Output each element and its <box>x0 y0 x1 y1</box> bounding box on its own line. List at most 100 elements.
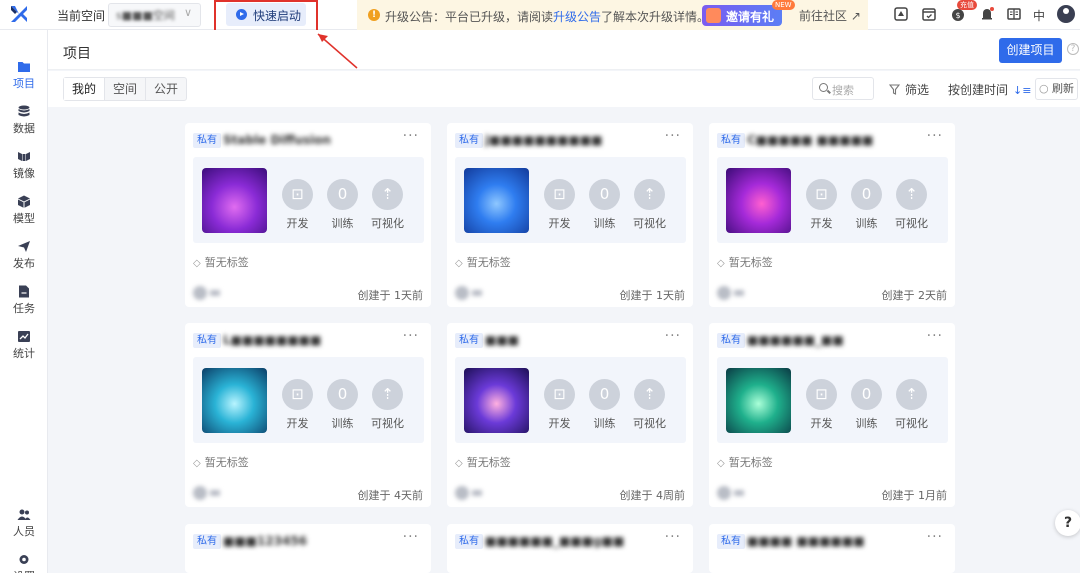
more-icon[interactable]: ··· <box>403 328 419 344</box>
viz-stat[interactable]: ⇡ 可视化 <box>633 379 666 431</box>
calendar-icon[interactable] <box>921 6 937 22</box>
project-name[interactable]: ■■■123456 <box>223 534 307 548</box>
more-icon[interactable]: ··· <box>665 529 681 545</box>
sidebar-item-stats[interactable]: 统计 <box>0 322 48 366</box>
visibility-badge: 私有 <box>717 333 745 348</box>
more-icon[interactable]: ··· <box>927 128 943 144</box>
tab-public[interactable]: 公开 <box>146 78 186 100</box>
project-card[interactable]: 私有 C■■■■■ ■■■■■ ··· ⊡ 开发 0 训练 ⇡ 可视化 暂无标签… <box>709 123 955 307</box>
viz-stat[interactable]: ⇡ 可视化 <box>895 179 928 231</box>
community-link[interactable]: 前往社区 ↗ <box>799 7 861 24</box>
sidebar-item-projects[interactable]: 项目 <box>0 52 48 96</box>
project-name[interactable]: C■■■■■ ■■■■■ <box>747 133 873 147</box>
more-icon[interactable]: ··· <box>927 529 943 545</box>
visualize-icon: ⇡ <box>896 179 927 210</box>
project-panel: ⊡ 开发 0 训练 ⇡ 可视化 <box>717 157 948 243</box>
sidebar-item-data[interactable]: 数据 <box>0 97 48 141</box>
more-icon[interactable]: ··· <box>403 128 419 144</box>
invite-label: 邀请有礼 <box>726 10 775 24</box>
project-card[interactable]: 私有 j■■■■■■■■■■ ··· ⊡ 开发 0 训练 ⇡ 可视化 暂无标签 … <box>447 123 693 307</box>
owner-name <box>472 490 482 496</box>
project-card[interactable]: 私有 Stable Diffusion ··· ⊡ 开发 0 训练 ⇡ 可视化 … <box>185 123 431 307</box>
dev-stat[interactable]: ⊡ 开发 <box>281 379 314 431</box>
dev-stat[interactable]: ⊡ 开发 <box>281 179 314 231</box>
sidebar-item-publish[interactable]: 发布 <box>0 232 48 276</box>
recharge-badge[interactable]: 充值 <box>957 0 977 10</box>
dev-stat[interactable]: ⊡ 开发 <box>543 179 576 231</box>
logo-icon[interactable] <box>8 3 30 25</box>
project-name[interactable]: Stable Diffusion <box>223 133 331 147</box>
filter-bar: 我的 空间 公开 搜索 筛选 按创建时间 ↓≡ ○ 刷新 <box>48 71 1080 107</box>
space-select[interactable]: s■■■空间 ∨ <box>108 3 201 27</box>
drive-icon[interactable] <box>893 6 909 22</box>
book-icon[interactable] <box>1006 6 1022 22</box>
owner-avatar <box>455 286 483 300</box>
bell-icon[interactable] <box>979 6 995 22</box>
dev-label: 开发 <box>286 417 309 430</box>
notice-link[interactable]: 升级公告 <box>553 10 601 24</box>
visualize-icon: ⇡ <box>634 379 665 410</box>
owner-name <box>210 290 220 296</box>
sidebar-item-tasks[interactable]: 任务 <box>0 277 48 321</box>
owner-avatar <box>193 486 221 500</box>
train-stat[interactable]: 0 训练 <box>850 379 883 431</box>
viz-stat[interactable]: ⇡ 可视化 <box>371 179 404 231</box>
code-icon: ⊡ <box>544 379 575 410</box>
sidebar-item-members[interactable]: 人员 <box>0 500 48 544</box>
help-float-button[interactable]: ? <box>1055 510 1080 536</box>
filter-label: 筛选 <box>905 83 930 97</box>
language-switch[interactable]: 中 <box>1033 7 1045 24</box>
sort-desc-icon: ↓≡ <box>1013 84 1032 97</box>
more-icon[interactable]: ··· <box>665 128 681 144</box>
filter-button[interactable]: 筛选 <box>888 81 930 98</box>
viz-stat[interactable]: ⇡ 可视化 <box>633 179 666 231</box>
train-stat[interactable]: 0 训练 <box>850 179 883 231</box>
tab-space[interactable]: 空间 <box>105 78 147 100</box>
train-stat[interactable]: 0 训练 <box>326 179 359 231</box>
train-stat[interactable]: 0 训练 <box>326 379 359 431</box>
created-time: 创建于 2天前 <box>881 289 948 302</box>
dev-stat[interactable]: ⊡ 开发 <box>543 379 576 431</box>
sidebar-item-models[interactable]: 模型 <box>0 187 48 231</box>
project-thumbnail <box>202 368 267 433</box>
more-icon[interactable]: ··· <box>403 529 419 545</box>
project-name[interactable]: ■■■■■■_■■■g■■ <box>485 534 624 548</box>
user-avatar[interactable] <box>1057 5 1075 23</box>
viz-stat[interactable]: ⇡ 可视化 <box>895 379 928 431</box>
viz-stat[interactable]: ⇡ 可视化 <box>371 379 404 431</box>
train-stat[interactable]: 0 训练 <box>588 179 621 231</box>
refresh-label: 刷新 <box>1052 82 1075 95</box>
project-card[interactable]: 私有 ■■■ ··· ⊡ 开发 0 训练 ⇡ 可视化 暂无标签 创建于 4周前 <box>447 323 693 507</box>
sidebar-item-images[interactable]: 镜像 <box>0 142 48 186</box>
visibility-badge: 私有 <box>455 133 483 148</box>
dev-stat[interactable]: ⊡ 开发 <box>805 379 838 431</box>
sidebar-item-settings[interactable]: 设置 <box>0 545 48 573</box>
avatar <box>455 486 469 500</box>
train-stat[interactable]: 0 训练 <box>588 379 621 431</box>
project-name[interactable]: ■■■■■■_■■ <box>747 333 844 347</box>
avatar <box>193 286 207 300</box>
project-card[interactable]: 私有 ■■■■ ■■■■■■ ··· <box>709 524 955 573</box>
project-card[interactable]: 私有 ■■■■■■_■■■g■■ ··· <box>447 524 693 573</box>
quick-start-button[interactable]: 快速启动 <box>226 3 306 26</box>
more-icon[interactable]: ··· <box>927 328 943 344</box>
project-card[interactable]: 私有 ■■■■■■_■■ ··· ⊡ 开发 0 训练 ⇡ 可视化 暂无标签 创建… <box>709 323 955 507</box>
create-project-button[interactable]: 创建项目 <box>999 38 1062 63</box>
refresh-button[interactable]: ○ 刷新 <box>1035 78 1078 100</box>
project-name[interactable]: ■■■ <box>485 333 519 347</box>
visibility-badge: 私有 <box>193 133 221 148</box>
project-name[interactable]: j■■■■■■■■■■ <box>485 133 603 147</box>
project-name[interactable]: ■■■■ ■■■■■■ <box>747 534 865 548</box>
project-name[interactable]: L■■■■■■■■ <box>223 333 321 347</box>
created-time: 创建于 4天前 <box>357 489 424 502</box>
sort-button[interactable]: 按创建时间 ↓≡ <box>948 81 1031 98</box>
refresh-icon: ○ <box>1038 82 1049 95</box>
help-icon[interactable]: ? <box>1067 43 1079 55</box>
search-input[interactable]: 搜索 <box>812 77 874 100</box>
more-icon[interactable]: ··· <box>665 328 681 344</box>
tab-mine[interactable]: 我的 <box>64 78 106 100</box>
project-card[interactable]: 私有 ■■■123456 ··· <box>185 524 431 573</box>
project-card[interactable]: 私有 L■■■■■■■■ ··· ⊡ 开发 0 训练 ⇡ 可视化 暂无标签 创建… <box>185 323 431 507</box>
dev-stat[interactable]: ⊡ 开发 <box>805 179 838 231</box>
invite-button[interactable]: 邀请有礼 NEW <box>702 0 795 26</box>
